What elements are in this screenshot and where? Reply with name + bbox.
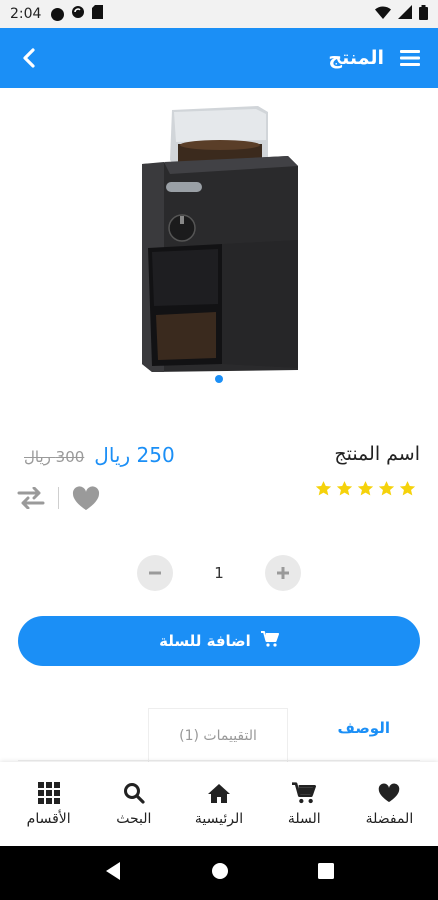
screen: 2:04 المنتج اسم المنتج 250 ريال 300 ريال… bbox=[0, 0, 438, 900]
star-icon bbox=[399, 481, 416, 496]
notification-dot-icon bbox=[51, 7, 65, 21]
nav-label: السلة bbox=[287, 811, 321, 827]
minus-icon bbox=[149, 571, 161, 575]
plus-icon bbox=[276, 567, 289, 579]
cart-icon bbox=[260, 631, 279, 651]
signal-icon bbox=[398, 5, 412, 23]
nav-cart[interactable]: السلة bbox=[274, 781, 334, 827]
nav-categories[interactable]: الأقسام bbox=[19, 781, 79, 827]
add-to-cart-button[interactable]: اضافة للسلة bbox=[18, 616, 420, 666]
price-old: 300 ريال bbox=[24, 448, 85, 466]
system-recents-icon[interactable] bbox=[317, 863, 334, 883]
system-navigation-bar bbox=[0, 846, 438, 900]
nav-search[interactable]: البحث bbox=[104, 781, 164, 827]
product-image[interactable] bbox=[128, 100, 308, 378]
star-icon bbox=[336, 481, 353, 496]
actions-divider bbox=[58, 487, 59, 509]
status-right bbox=[375, 4, 428, 24]
battery-icon bbox=[419, 4, 428, 24]
star-icon bbox=[315, 481, 332, 496]
carousel-dot-active[interactable] bbox=[215, 375, 223, 383]
nav-label: البحث bbox=[116, 811, 152, 827]
app-bar: المنتج bbox=[0, 28, 438, 88]
sync-icon bbox=[71, 5, 85, 23]
heart-icon bbox=[377, 781, 401, 805]
favorite-heart-icon[interactable] bbox=[71, 483, 101, 513]
nav-favorites[interactable]: المفضلة bbox=[359, 781, 419, 827]
system-home-icon[interactable] bbox=[211, 862, 229, 884]
star-icon bbox=[357, 481, 374, 496]
page-title: المنتج bbox=[328, 47, 384, 69]
tab-reviews[interactable]: التقييمات (1) bbox=[148, 708, 288, 762]
product-name: اسم المنتج bbox=[334, 443, 420, 465]
quantity-stepper: 1 bbox=[137, 555, 301, 591]
status-time: 2:04 bbox=[10, 6, 42, 22]
grid-icon bbox=[37, 781, 61, 805]
price-new: 250 ريال bbox=[94, 443, 175, 467]
star-icon bbox=[378, 481, 395, 496]
nav-label: الأقسام bbox=[26, 811, 71, 827]
status-bar: 2:04 bbox=[0, 0, 438, 28]
increase-quantity-button[interactable] bbox=[264, 555, 301, 591]
product-actions bbox=[16, 483, 101, 513]
tab-description[interactable]: الوصف bbox=[337, 719, 390, 737]
decrease-quantity-button[interactable] bbox=[137, 555, 173, 591]
add-to-cart-label: اضافة للسلة bbox=[159, 632, 251, 650]
nav-home[interactable]: الرئيسية bbox=[189, 781, 249, 827]
price-row: 250 ريال 300 ريال bbox=[24, 443, 175, 467]
compare-icon[interactable] bbox=[16, 483, 46, 513]
wifi-icon bbox=[375, 5, 391, 23]
home-icon bbox=[207, 781, 231, 805]
system-back-icon[interactable] bbox=[104, 861, 122, 885]
bottom-navigation: المفضلة السلة الرئيسية البحث الأقسام bbox=[0, 762, 438, 846]
cart-icon bbox=[292, 781, 317, 805]
menu-icon[interactable] bbox=[398, 46, 422, 70]
quantity-value: 1 bbox=[214, 564, 224, 582]
nav-label: المفضلة bbox=[365, 811, 414, 827]
nav-label: الرئيسية bbox=[194, 811, 244, 827]
tabs-divider bbox=[18, 760, 420, 761]
back-chevron-icon[interactable] bbox=[16, 45, 42, 71]
search-icon bbox=[122, 781, 146, 805]
sd-card-icon bbox=[92, 5, 104, 23]
rating-stars bbox=[315, 480, 416, 497]
